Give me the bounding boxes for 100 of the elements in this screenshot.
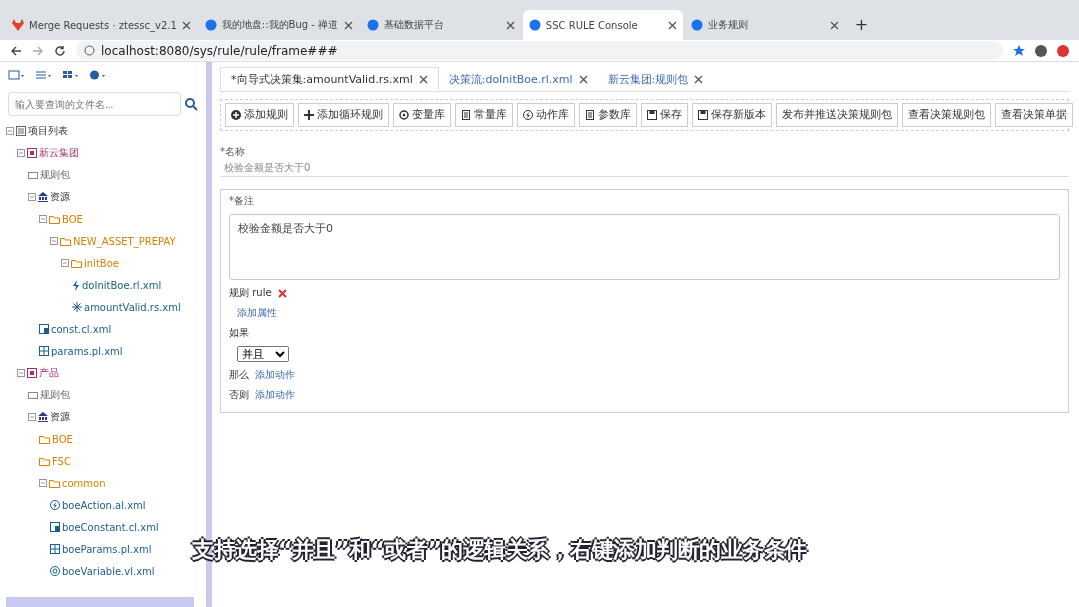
close-icon[interactable] bbox=[694, 74, 704, 84]
close-icon[interactable] bbox=[829, 20, 839, 30]
tree-item[interactable]: 项目列表 bbox=[28, 124, 68, 138]
rule-icon bbox=[72, 302, 82, 312]
tree-item[interactable]: boeConstant.cl.xml bbox=[62, 521, 159, 533]
tree-item[interactable]: 资源 bbox=[50, 190, 70, 204]
tree-item[interactable]: params.pl.xml bbox=[51, 345, 123, 357]
tree-item[interactable]: 产品 bbox=[39, 366, 59, 380]
project-icon bbox=[27, 368, 37, 378]
folder-icon bbox=[49, 214, 60, 224]
add-icon bbox=[231, 110, 241, 120]
close-icon[interactable] bbox=[578, 74, 588, 84]
save-icon bbox=[647, 110, 657, 120]
toolbar-button[interactable]: 变量库 bbox=[393, 103, 451, 127]
folder-icon bbox=[71, 258, 82, 268]
close-icon[interactable] bbox=[418, 74, 428, 84]
collapse-icon[interactable] bbox=[50, 237, 58, 245]
table-icon bbox=[39, 324, 49, 334]
action-icon bbox=[50, 500, 60, 510]
scrollbar[interactable] bbox=[6, 597, 194, 607]
toolbar-button[interactable]: 发布并推送决策规则包 bbox=[776, 103, 898, 127]
tree-item[interactable]: boeVariable.vl.xml bbox=[62, 565, 155, 577]
collapse-icon[interactable] bbox=[61, 259, 69, 267]
bolt-icon bbox=[72, 279, 80, 291]
logic-select[interactable]: 并且 bbox=[237, 346, 289, 362]
window-icon[interactable] bbox=[8, 70, 25, 80]
tree-item[interactable]: boeParams.pl.xml bbox=[62, 543, 152, 555]
close-icon[interactable] bbox=[343, 20, 353, 30]
add-action-link[interactable]: 添加动作 bbox=[255, 388, 295, 402]
collapse-icon[interactable] bbox=[6, 127, 14, 135]
add-icon bbox=[304, 110, 314, 120]
back-icon[interactable] bbox=[10, 44, 22, 57]
rule-title: 规则 rule bbox=[229, 286, 272, 300]
tree-item[interactable]: 新云集团 bbox=[39, 146, 79, 160]
tree-item[interactable]: 规则包 bbox=[40, 388, 70, 402]
collapse-icon[interactable] bbox=[17, 149, 25, 157]
caption: 支持选择“并且”和“或者”的逻辑关系，右键添加判断的业务条件 bbox=[192, 535, 807, 565]
browser-tab[interactable]: 我的地盘::我的Bug - 禅道 bbox=[198, 10, 359, 40]
grid-icon bbox=[50, 544, 60, 554]
new-tab-button[interactable]: + bbox=[846, 15, 877, 40]
bolt-icon bbox=[523, 110, 533, 120]
toolbar-button[interactable]: 查看决策规则包 bbox=[902, 103, 991, 127]
toolbar-button[interactable]: 添加循环规则 bbox=[298, 103, 389, 127]
close-icon[interactable] bbox=[667, 20, 677, 30]
document-icon bbox=[461, 110, 471, 120]
address-bar[interactable]: localhost:8080/sys/rule/rule/frame### bbox=[76, 41, 1003, 60]
browser-tab[interactable]: SSC RULE Console bbox=[522, 10, 683, 40]
collapse-icon[interactable] bbox=[28, 193, 36, 201]
bank-icon bbox=[38, 412, 48, 422]
save-icon bbox=[698, 110, 708, 120]
browser-tab[interactable]: Merge Requests · ztessc_v2.1 bbox=[6, 10, 197, 40]
toolbar-button[interactable]: 动作库 bbox=[517, 103, 575, 127]
delete-icon[interactable] bbox=[277, 288, 287, 298]
toolbar-button[interactable]: 参数库 bbox=[579, 103, 637, 127]
toolbar-button[interactable]: 查看决策单据 bbox=[995, 103, 1073, 127]
tree-item[interactable]: 规则包 bbox=[40, 168, 70, 182]
folder-icon bbox=[49, 478, 60, 488]
search-field[interactable]: 输入要查询的文件名... bbox=[8, 92, 181, 116]
if-label: 如果 bbox=[229, 326, 249, 340]
collapse-icon[interactable] bbox=[28, 413, 36, 421]
toolbar-button[interactable]: 保存 bbox=[641, 103, 688, 127]
then-label: 那么 bbox=[229, 368, 249, 382]
browser-tab[interactable]: 业务规则 bbox=[684, 10, 845, 40]
toolbar-button[interactable]: 添加规则 bbox=[225, 103, 294, 127]
editor-tab[interactable]: 新云集团:规则包 bbox=[597, 67, 714, 91]
folder-icon bbox=[60, 236, 71, 246]
variable-icon bbox=[50, 566, 60, 576]
search-icon[interactable] bbox=[185, 97, 198, 111]
star-icon[interactable] bbox=[1013, 44, 1025, 57]
bank-icon bbox=[38, 192, 48, 202]
browser-tab[interactable]: 基础数据平台 bbox=[360, 10, 521, 40]
field-label: *备注 bbox=[229, 194, 255, 208]
reload-icon[interactable] bbox=[54, 44, 66, 57]
package-icon bbox=[28, 391, 38, 399]
collapse-icon[interactable] bbox=[17, 369, 25, 377]
document-icon bbox=[585, 110, 595, 120]
editor-tab[interactable]: *向导式决策集:amountValid.rs.xml bbox=[220, 67, 439, 91]
toolbar-button[interactable]: 保存新版本 bbox=[692, 103, 772, 127]
project-icon bbox=[27, 148, 37, 158]
add-action-link[interactable]: 添加动作 bbox=[255, 368, 295, 382]
add-attribute-link[interactable]: 添加属性 bbox=[237, 306, 277, 320]
folder-icon bbox=[39, 456, 50, 466]
editor-tab[interactable]: 决策流:doInitBoe.rl.xml bbox=[438, 67, 598, 91]
close-icon[interactable] bbox=[505, 20, 515, 30]
table-icon bbox=[50, 522, 60, 532]
collapse-icon[interactable] bbox=[39, 215, 47, 223]
toolbar-button[interactable]: 常量库 bbox=[455, 103, 513, 127]
else-label: 否则 bbox=[229, 388, 249, 402]
grid-icon[interactable] bbox=[62, 70, 79, 80]
tree-item[interactable]: doInitBoe.rl.xml bbox=[82, 279, 162, 291]
name-field[interactable]: 校验金额是否大于0 bbox=[220, 159, 1069, 177]
tree-item[interactable]: 资源 bbox=[50, 410, 70, 424]
tree-item[interactable]: const.cl.xml bbox=[51, 323, 112, 335]
tree-item[interactable]: boeAction.al.xml bbox=[62, 499, 146, 511]
collapse-icon[interactable] bbox=[39, 479, 47, 487]
field-label: *名称 bbox=[220, 145, 246, 159]
tree-item[interactable]: amountValid.rs.xml bbox=[84, 301, 181, 313]
remark-field[interactable]: 校验金额是否大于0 bbox=[229, 214, 1060, 280]
info-icon bbox=[84, 45, 95, 56]
close-icon[interactable] bbox=[181, 20, 191, 30]
